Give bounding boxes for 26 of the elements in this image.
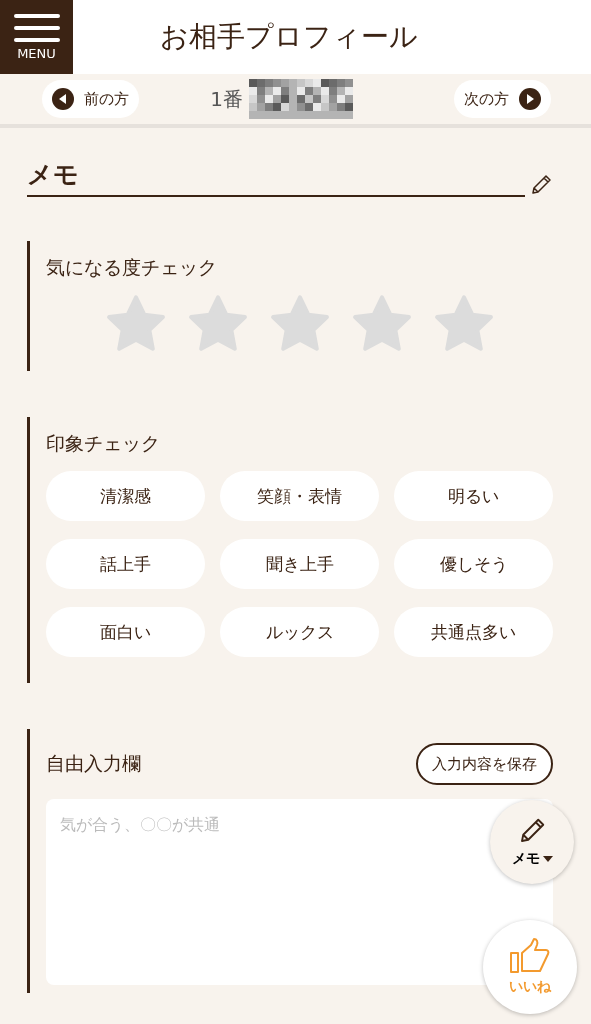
impression-tag[interactable]: 明るい	[394, 471, 553, 521]
impression-tag[interactable]: 清潔感	[46, 471, 205, 521]
previous-button[interactable]: 前の方	[42, 80, 139, 118]
menu-icon	[13, 13, 60, 42]
impression-tag[interactable]: 共通点多い	[394, 607, 553, 657]
edit-icon	[529, 173, 553, 197]
page-title: お相手プロフィール	[160, 19, 418, 55]
pixelated-name-icon	[248, 79, 353, 119]
impression-tag[interactable]: 笑顔・表情	[220, 471, 379, 521]
impression-tag[interactable]: 優しそう	[394, 539, 553, 589]
impression-tag[interactable]: 聞き上手	[220, 539, 379, 589]
thumbs-up-icon	[509, 938, 551, 974]
memo-title: メモ	[27, 152, 525, 197]
previous-icon	[52, 88, 74, 110]
save-button[interactable]: 入力内容を保存	[416, 743, 553, 785]
profile-number: 1番	[210, 85, 243, 113]
impression-tag[interactable]: ルックス	[220, 607, 379, 657]
menu-button[interactable]: MENU	[0, 0, 73, 74]
next-button[interactable]: 次の方	[454, 80, 551, 118]
section-title: 印象チェック	[46, 431, 161, 456]
next-icon	[519, 88, 541, 110]
impression-tag[interactable]: 話上手	[46, 539, 205, 589]
impression-tag[interactable]: 面白い	[46, 607, 205, 657]
caret-icon	[542, 856, 553, 862]
section-title: 自由入力欄	[46, 751, 141, 776]
section-title: 気になる度チェック	[46, 255, 218, 280]
